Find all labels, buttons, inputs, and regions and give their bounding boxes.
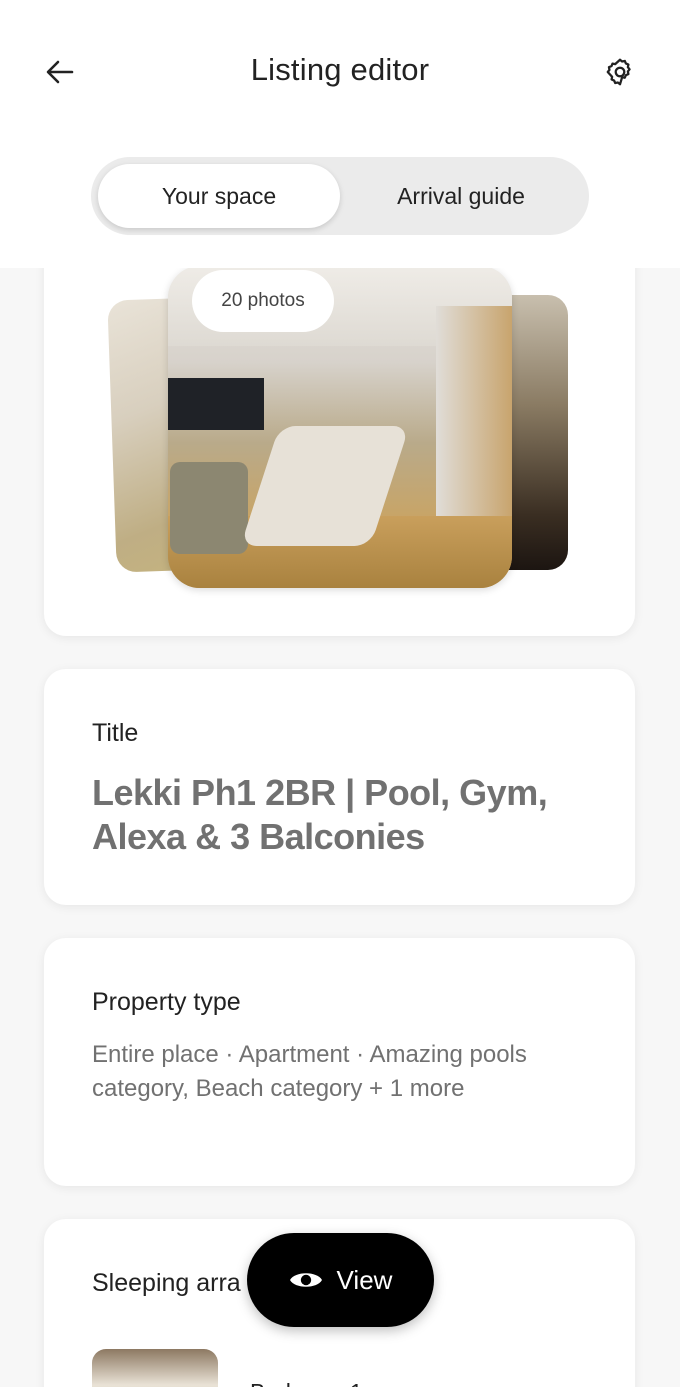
photos-card[interactable]: 20 photos (44, 220, 635, 636)
photo-count-badge: 20 photos (192, 270, 334, 332)
listing-title: Lekki Ph1 2BR | Pool, Gym, Alexa & 3 Bal… (92, 772, 548, 857)
tab-switcher: Your space Arrival guide (91, 157, 589, 235)
property-type-card[interactable]: Property type Entire place · Apartment ·… (44, 938, 635, 1186)
app-header: Listing editor Your space Arrival guide (0, 0, 680, 268)
view-button-label: View (336, 1264, 393, 1295)
sleeping-arrangements-label: Sleeping arra (92, 1269, 241, 1297)
settings-button[interactable] (598, 50, 642, 94)
view-button[interactable]: View (247, 1233, 434, 1327)
title-label: Title (92, 719, 139, 747)
bedroom-label: Bedroom 1 (250, 1379, 363, 1387)
bedroom-thumbnail (92, 1349, 218, 1387)
listing-editor-screen: Listing editor Your space Arrival guide … (0, 0, 680, 1387)
property-type-value: Entire place · Apartment · Amazing pools… (92, 1041, 527, 1102)
property-type-label: Property type (92, 988, 241, 1016)
gear-icon (606, 58, 631, 86)
page-title: Listing editor (250, 52, 430, 87)
tab-your-space[interactable]: Your space (98, 164, 340, 228)
eye-icon (289, 1273, 322, 1287)
tab-arrival-guide[interactable]: Arrival guide (340, 164, 582, 228)
title-card[interactable]: Title Lekki Ph1 2BR | Pool, Gym, Alexa &… (44, 669, 635, 905)
